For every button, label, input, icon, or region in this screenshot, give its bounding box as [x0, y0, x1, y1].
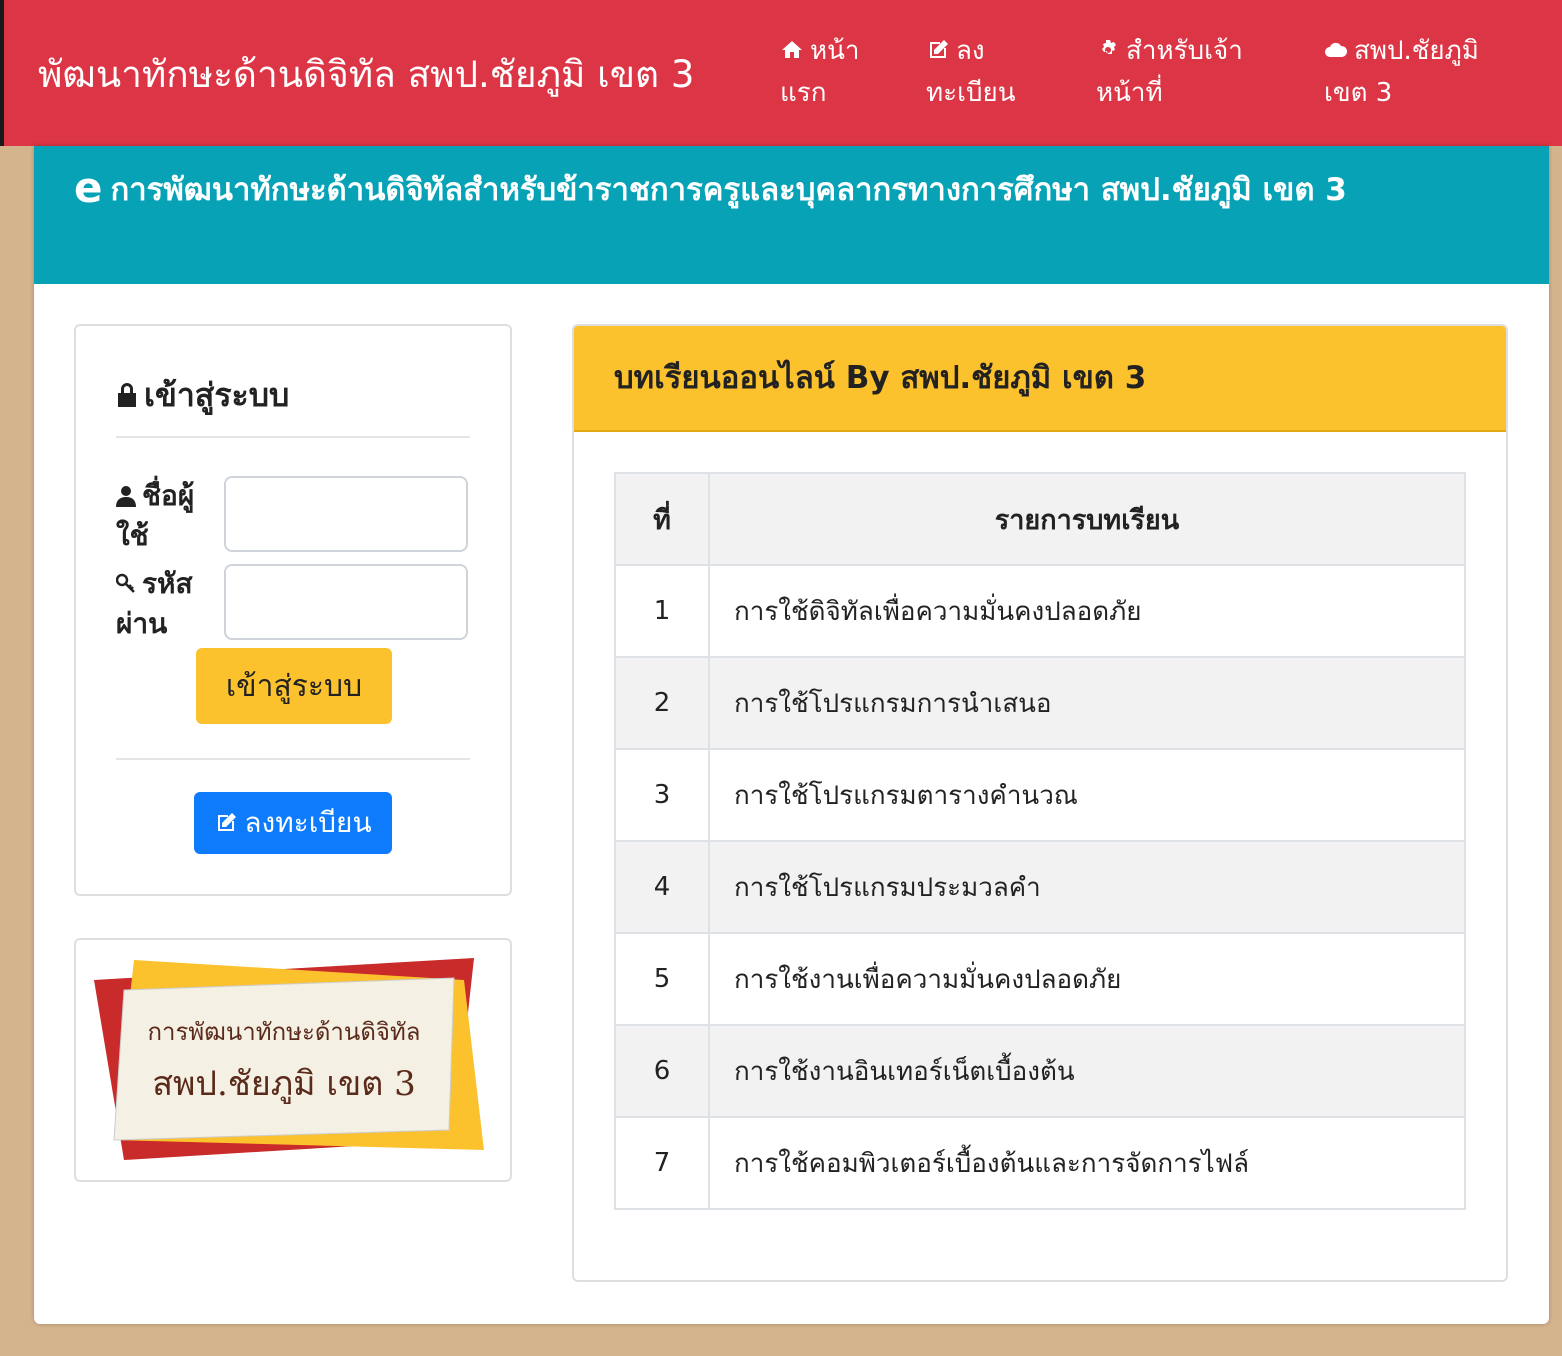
- lesson-link[interactable]: การใช้งานเพื่อความมั่นคงปลอดภัย: [708, 932, 1466, 1026]
- register-button[interactable]: ลงทะเบียน: [194, 792, 392, 854]
- nav-office-label-1: สพป.ชัยภูมิ: [1354, 36, 1479, 66]
- username-input[interactable]: [224, 476, 468, 552]
- password-input[interactable]: [224, 564, 468, 640]
- banner-text: การพัฒนาทักษะด้านดิจิทัลสำหรับข้าราชการค…: [110, 172, 1347, 208]
- table-row[interactable]: 2 การใช้โปรแกรมการนำเสนอ: [614, 656, 1466, 750]
- login-button[interactable]: เข้าสู่ระบบ: [196, 648, 392, 724]
- lessons-title: บทเรียนออนไลน์ By สพป.ชัยภูมิ เขต 3: [614, 360, 1147, 396]
- program-logo: การพัฒนาทักษะด้านดิจิทัล สพป.ชัยภูมิ เขต…: [94, 958, 484, 1160]
- table-row[interactable]: 6 การใช้งานอินเทอร์เน็ตเบื้องต้น: [614, 1024, 1466, 1118]
- login-title-text: เข้าสู่ระบบ: [144, 376, 290, 414]
- lesson-link[interactable]: การใช้ดิจิทัลเพื่อความมั่นคงปลอดภัย: [708, 564, 1466, 658]
- nav-home-label-2: แรก: [780, 78, 827, 108]
- lessons-table: ที่ รายการบทเรียน 1 การใช้ดิจิทัลเพื่อควา…: [614, 472, 1466, 1210]
- lesson-no: 4: [614, 840, 710, 934]
- lessons-header: บทเรียนออนไลน์ By สพป.ชัยภูมิ เขต 3: [574, 326, 1506, 432]
- lesson-link[interactable]: การใช้งานอินเทอร์เน็ตเบื้องต้น: [708, 1024, 1466, 1118]
- register-button-label: ลงทะเบียน: [244, 806, 372, 839]
- lesson-no: 6: [614, 1024, 710, 1118]
- nav-register-label-1: ลง: [956, 36, 985, 66]
- nav-staff-label-2: หน้าที่: [1096, 78, 1163, 108]
- brand-title[interactable]: พัฒนาทักษะด้านดิจิทัล สพป.ชัยภูมิ เขต 3: [38, 50, 694, 100]
- nav-register[interactable]: ลง ทะเบียน: [926, 30, 1056, 114]
- column-header-no: ที่: [614, 472, 710, 566]
- table-row[interactable]: 4 การใช้โปรแกรมประมวลคำ: [614, 840, 1466, 934]
- lock-icon: [118, 383, 136, 407]
- user-icon: [116, 486, 136, 507]
- nav-staff[interactable]: สำหรับเจ้า หน้าที่: [1096, 30, 1286, 114]
- divider: [116, 436, 470, 438]
- lesson-link[interactable]: การใช้โปรแกรมตารางคำนวณ: [708, 748, 1466, 842]
- column-header-name: รายการบทเรียน: [708, 472, 1466, 566]
- nav-staff-label-1: สำหรับเจ้า: [1126, 36, 1243, 66]
- divider: [116, 758, 470, 760]
- login-title: เข้าสู่ระบบ: [116, 370, 289, 421]
- edit-icon: [930, 40, 948, 58]
- lesson-no: 1: [614, 564, 710, 658]
- banner-title: e การพัฒนาทักษะด้านดิจิทัลสำหรับข้าราชการ…: [74, 167, 1514, 210]
- table-row[interactable]: 1 การใช้ดิจิทัลเพื่อความมั่นคงปลอดภัย: [614, 564, 1466, 658]
- lesson-no: 5: [614, 932, 710, 1026]
- table-header-row: ที่ รายการบทเรียน: [614, 472, 1466, 566]
- logo-card: การพัฒนาทักษะด้านดิจิทัล สพป.ชัยภูมิ เขต…: [74, 938, 512, 1182]
- lesson-link[interactable]: การใช้โปรแกรมประมวลคำ: [708, 840, 1466, 934]
- logo-line-1: การพัฒนาทักษะด้านดิจิทัล: [148, 1018, 421, 1046]
- e-learning-icon: e: [74, 163, 103, 212]
- lesson-no: 2: [614, 656, 710, 750]
- lesson-no: 3: [614, 748, 710, 842]
- edit-icon: [218, 813, 237, 831]
- lessons-card: บทเรียนออนไลน์ By สพป.ชัยภูมิ เขต 3 ที่ …: [572, 324, 1508, 1282]
- table-row[interactable]: 7 การใช้คอมพิวเตอร์เบื้องต้นและการจัดการไ…: [614, 1116, 1466, 1210]
- key-icon: [115, 573, 135, 593]
- page-banner: e การพัฒนาทักษะด้านดิจิทัลสำหรับข้าราชการ…: [34, 146, 1549, 284]
- table-row[interactable]: 3 การใช้โปรแกรมตารางคำนวณ: [614, 748, 1466, 842]
- nav-register-label-2: ทะเบียน: [926, 78, 1016, 108]
- top-navbar: พัฒนาทักษะด้านดิจิทัล สพป.ชัยภูมิ เขต 3 …: [0, 0, 1562, 146]
- logo-line-2: สพป.ชัยภูมิ เขต 3: [152, 1064, 416, 1104]
- lesson-link[interactable]: การใช้โปรแกรมการนำเสนอ: [708, 656, 1466, 750]
- username-label: ชื่อผู้ใช้: [116, 476, 226, 556]
- home-icon: [782, 41, 802, 58]
- nav-home[interactable]: หน้า แรก: [780, 30, 890, 114]
- lesson-link[interactable]: การใช้คอมพิวเตอร์เบื้องต้นและการจัดการไฟ…: [708, 1116, 1466, 1210]
- nav-office-label-2: เขต 3: [1324, 78, 1393, 108]
- table-row[interactable]: 5 การใช้งานเพื่อความมั่นคงปลอดภัย: [614, 932, 1466, 1026]
- login-card: เข้าสู่ระบบ ชื่อผู้ใช้ รหัสผ่าน เข้าสู่ร…: [74, 324, 512, 896]
- password-label: รหัสผ่าน: [115, 564, 226, 644]
- cloud-icon: [1325, 42, 1348, 57]
- nav-office[interactable]: สพป.ชัยภูมิ เขต 3: [1324, 30, 1534, 114]
- main-container: e การพัฒนาทักษะด้านดิจิทัลสำหรับข้าราชการ…: [34, 146, 1549, 1324]
- gear-icon: [1102, 40, 1116, 54]
- nav-home-label-1: หน้า: [810, 36, 860, 66]
- lesson-no: 7: [614, 1116, 710, 1210]
